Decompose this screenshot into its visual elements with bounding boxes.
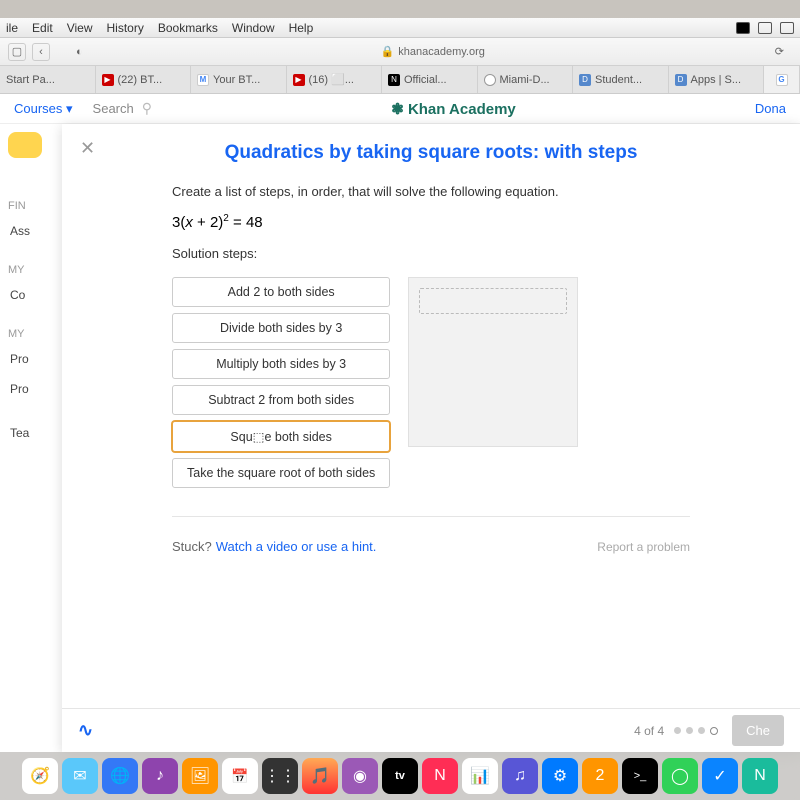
check-button[interactable]: Che <box>732 715 784 746</box>
modal-footer: ∿ 4 of 4 Che <box>62 708 800 752</box>
menu-edit[interactable]: Edit <box>32 21 53 35</box>
tab-2[interactable]: MYour BT... <box>191 66 287 93</box>
tab-extra[interactable]: G <box>764 66 800 93</box>
sidebar: FIN Ass MY Co MY Pro Pro Tea <box>0 124 70 752</box>
sidebar-item[interactable]: Co <box>0 280 70 310</box>
gmail-icon: M <box>197 74 209 86</box>
hint-link[interactable]: Watch a video or use a hint. <box>216 539 377 554</box>
site-icon: D <box>579 74 591 86</box>
status-icon-3[interactable] <box>780 22 794 34</box>
tab-bar: Start Pa... ▶(22) BT... MYour BT... ▶(16… <box>0 66 800 94</box>
options-list: Add 2 to both sides Divide both sides by… <box>172 277 390 488</box>
youtube-icon: ▶ <box>102 74 114 86</box>
dock-icon[interactable]: ♪ <box>142 758 178 794</box>
status-icon-2[interactable] <box>758 22 772 34</box>
dock-icon[interactable]: ♫ <box>502 758 538 794</box>
url-text: khanacademy.org <box>398 46 485 58</box>
tab-4[interactable]: NOfficial... <box>382 66 478 93</box>
sidebar-toggle[interactable]: ▢ <box>8 43 26 61</box>
tab-3[interactable]: ▶(16) ⬜... <box>287 66 383 93</box>
back-button[interactable]: ‹ <box>32 43 50 61</box>
dock-icon[interactable]: tv <box>382 758 418 794</box>
drop-slot[interactable] <box>419 288 567 314</box>
sidebar-label: MY <box>0 260 70 280</box>
menu-view[interactable]: View <box>67 21 93 35</box>
sidebar-item[interactable]: Pro <box>0 374 70 404</box>
reload-button[interactable]: ⟳ <box>775 45 784 58</box>
url-bar[interactable]: 🔒 khanacademy.org <box>91 45 775 58</box>
dock-icon[interactable]: ◯ <box>662 758 698 794</box>
privacy-shield-icon[interactable]: ◐ <box>76 46 83 58</box>
equation: 3(x + 2)2 = 48 <box>172 213 690 232</box>
dock-icon[interactable]: 📅 <box>222 758 258 794</box>
khan-header: Courses ▾ Search ⚲ ❃ Khan Academy Dona <box>0 94 800 124</box>
option-sqrt[interactable]: Take the square root of both sides <box>172 458 390 488</box>
courses-dropdown[interactable]: Courses ▾ <box>14 101 73 117</box>
menu-history[interactable]: History <box>107 21 144 35</box>
sidebar-label: MY <box>0 324 70 344</box>
lock-icon: 🔒 <box>381 45 395 58</box>
streak-icon[interactable]: ∿ <box>78 720 93 741</box>
dock-icon[interactable]: ⋮⋮ <box>262 758 298 794</box>
search-link[interactable]: Search <box>93 101 134 116</box>
khan-logo[interactable]: ❃ Khan Academy <box>152 100 755 118</box>
status-icon-1[interactable] <box>736 22 750 34</box>
sidebar-label: FIN <box>0 196 70 216</box>
dock-icon[interactable]: ⚙ <box>542 758 578 794</box>
dock-icon[interactable]: ✓ <box>702 758 738 794</box>
option-multiply-3[interactable]: Multiply both sides by 3 <box>172 349 390 379</box>
search-icon[interactable]: ⚲ <box>142 100 152 117</box>
instruction-text: Create a list of steps, in order, that w… <box>172 184 690 199</box>
browser-toolbar: ▢ ‹ ◐ 🔒 khanacademy.org ⟳ <box>0 38 800 66</box>
report-link[interactable]: Report a problem <box>597 540 690 554</box>
dock-icon[interactable]: 2 <box>582 758 618 794</box>
sidebar-item[interactable]: Tea <box>0 418 70 448</box>
donate-link[interactable]: Dona <box>755 101 786 116</box>
dock-icon[interactable]: 🧭 <box>22 758 58 794</box>
exercise-title: Quadratics by taking square roots: with … <box>62 124 800 176</box>
tab-5[interactable]: Miami-D... <box>478 66 574 93</box>
option-add-2[interactable]: Add 2 to both sides <box>172 277 390 307</box>
menubar: ile Edit View History Bookmarks Window H… <box>0 18 800 38</box>
drop-zone[interactable] <box>408 277 578 447</box>
dock-icon[interactable]: >_ <box>622 758 658 794</box>
steps-label: Solution steps: <box>172 246 690 261</box>
avatar[interactable] <box>8 132 42 158</box>
menu-help[interactable]: Help <box>289 21 314 35</box>
stuck-label: Stuck? <box>172 539 212 554</box>
dock-icon[interactable]: 📊 <box>462 758 498 794</box>
dock-icon[interactable]: N <box>422 758 458 794</box>
tab-1[interactable]: ▶(22) BT... <box>96 66 192 93</box>
menu-file[interactable]: ile <box>6 21 18 35</box>
dock-icon[interactable]: N <box>742 758 778 794</box>
sidebar-item[interactable]: Pro <box>0 344 70 374</box>
menu-window[interactable]: Window <box>232 21 275 35</box>
tab-0[interactable]: Start Pa... <box>0 66 96 93</box>
dock-icon[interactable]: 🎵 <box>302 758 338 794</box>
tab-7[interactable]: DApps | S... <box>669 66 765 93</box>
sidebar-item[interactable]: Ass <box>0 216 70 246</box>
option-square[interactable]: Squ⬚e both sides <box>172 421 390 452</box>
close-icon[interactable]: ✕ <box>80 138 95 159</box>
dock: 🧭 ✉ 🌐 ♪ 🖼 📅 ⋮⋮ 🎵 ◉ tv N 📊 ♫ ⚙ 2 >_ ◯ ✓ N <box>0 752 800 800</box>
dock-icon[interactable]: ✉ <box>62 758 98 794</box>
pager-text: 4 of 4 <box>634 724 664 738</box>
google-icon: G <box>776 74 788 86</box>
menu-bookmarks[interactable]: Bookmarks <box>158 21 218 35</box>
site-icon: N <box>388 74 400 86</box>
dock-icon[interactable]: 🖼 <box>182 758 218 794</box>
tab-6[interactable]: DStudent... <box>573 66 669 93</box>
progress-dots <box>674 727 718 735</box>
youtube-icon: ▶ <box>293 74 305 86</box>
dock-icon[interactable]: ◉ <box>342 758 378 794</box>
exercise-modal: ✕ Quadratics by taking square roots: wit… <box>62 124 800 752</box>
option-subtract-2[interactable]: Subtract 2 from both sides <box>172 385 390 415</box>
site-icon: D <box>675 74 687 86</box>
option-divide-3[interactable]: Divide both sides by 3 <box>172 313 390 343</box>
site-icon <box>484 74 496 86</box>
dock-icon[interactable]: 🌐 <box>102 758 138 794</box>
divider <box>172 516 690 517</box>
